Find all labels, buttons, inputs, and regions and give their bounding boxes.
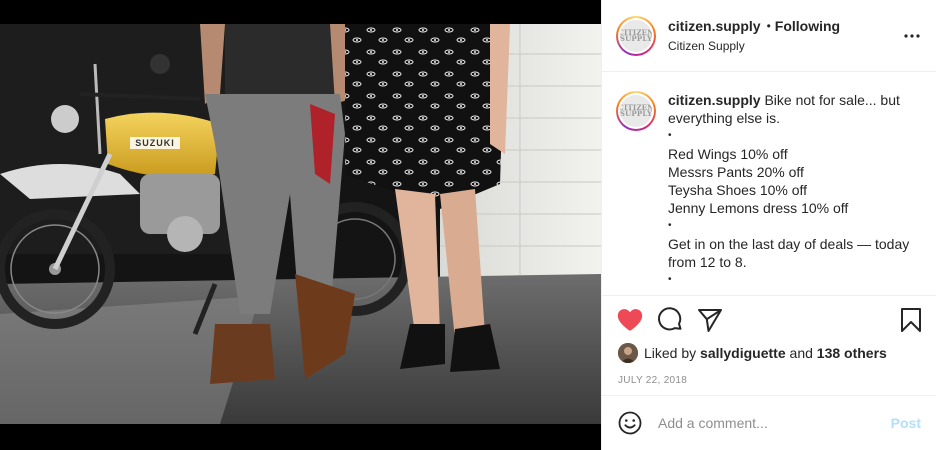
likes-summary: Liked by sallydiguette and 138 others — [602, 343, 936, 363]
post-header: CITIZEN SUPPLY citizen.supply • Followin… — [602, 0, 936, 72]
others-count-link[interactable]: 138 others — [817, 345, 887, 361]
avatar-logo-text: CITIZEN SUPPLY — [620, 27, 652, 43]
comment-icon[interactable] — [656, 306, 684, 334]
comment-box: Post — [602, 395, 936, 450]
caption-avatar[interactable]: CITIZEN SUPPLY — [616, 91, 656, 131]
caption-item: Messrs Pants 20% off — [668, 164, 804, 180]
caption-area: CITIZEN SUPPLY citizen.supply Bike not f… — [602, 73, 936, 295]
post-dialog: SUZUKI CITIZEN SUPPLY citizen.supply • F… — [0, 0, 936, 450]
smiley-icon[interactable] — [616, 409, 644, 437]
caption-item: Red Wings 10% off — [668, 146, 788, 162]
photo-pane: SUZUKI — [0, 0, 601, 450]
caption-avatar-logo-text: CITIZEN SUPPLY — [620, 103, 652, 118]
caption-bullet: • — [668, 274, 672, 285]
following-button[interactable]: Following — [775, 17, 840, 35]
motorcycle-brand-text: SUZUKI — [135, 138, 175, 148]
liker-avatar[interactable] — [618, 343, 638, 363]
author-avatar[interactable]: CITIZEN SUPPLY — [616, 15, 656, 56]
caption-item: Jenny Lemons dress 10% off — [668, 200, 849, 216]
caption-username[interactable]: citizen.supply — [668, 92, 761, 108]
caption-bullet: • — [668, 220, 672, 231]
author-full-name: Citizen Supply — [668, 38, 745, 53]
post-comment-button[interactable]: Post — [891, 415, 921, 431]
more-options-icon[interactable] — [903, 27, 921, 45]
separator-dot: • — [766, 18, 771, 33]
bookmark-icon[interactable] — [897, 306, 925, 334]
comment-input[interactable] — [658, 415, 878, 431]
caption-deal-line-1: Get in on the last day of deals — today — [668, 236, 910, 252]
post-date[interactable]: JULY 22, 2018 — [602, 375, 936, 386]
liked-by-prefix: Liked by — [644, 345, 697, 361]
post-photo[interactable]: SUZUKI — [0, 24, 601, 424]
caption-bullet: • — [668, 130, 672, 141]
author-username[interactable]: citizen.supply — [668, 17, 761, 35]
action-icon-row — [602, 296, 936, 344]
caption-deal-line-2: from 12 to 8. — [668, 254, 747, 270]
caption-text: citizen.supply Bike not for sale... but … — [668, 91, 923, 295]
header-text: citizen.supply • Following Citizen Suppl… — [668, 17, 840, 55]
liked-by-and: and — [789, 345, 813, 361]
send-icon[interactable] — [696, 306, 724, 334]
caption-line-2: everything else is. — [668, 110, 781, 126]
caption-item: Teysha Shoes 10% off — [668, 182, 808, 198]
caption-line-1: Bike not for sale... but — [764, 92, 900, 108]
post-sidebar: CITIZEN SUPPLY citizen.supply • Followin… — [601, 0, 936, 450]
post-actions: Liked by sallydiguette and 138 others JU… — [602, 295, 936, 386]
heart-filled-icon[interactable] — [616, 306, 644, 334]
liker-username[interactable]: sallydiguette — [700, 345, 786, 361]
